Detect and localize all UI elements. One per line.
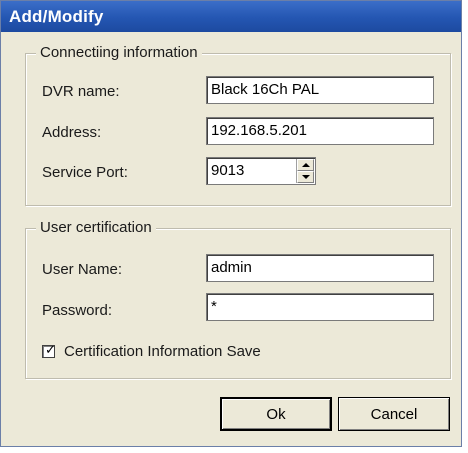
password-field[interactable]: * — [206, 293, 434, 321]
dialog-title: Add/Modify — [9, 7, 104, 26]
check-icon: ✓ — [45, 343, 56, 358]
cancel-button[interactable]: Cancel — [338, 397, 450, 431]
title-bar: Add/Modify — [1, 1, 461, 32]
ok-button[interactable]: Ok — [220, 397, 332, 431]
triangle-up-icon — [302, 163, 310, 167]
address-field[interactable]: 192.168.5.201 — [206, 117, 434, 145]
add-modify-dialog: Add/Modify Connectiing information DVR n… — [0, 0, 462, 447]
user-name-label: User Name: — [42, 261, 123, 278]
certification-save-checkbox-row[interactable]: ✓ Certification Information Save — [42, 342, 342, 362]
spin-down-button[interactable] — [297, 171, 314, 183]
certification-save-checkbox[interactable]: ✓ — [42, 343, 56, 358]
spin-up-button[interactable] — [297, 159, 314, 171]
user-group-legend: User certification — [36, 219, 156, 237]
connection-group-legend: Connectiing information — [36, 44, 202, 62]
connection-group: Connectiing information DVR name: Black … — [25, 44, 451, 206]
user-name-field[interactable]: admin — [206, 254, 434, 282]
address-label: Address: — [42, 124, 102, 141]
password-label: Password: — [42, 302, 113, 319]
service-port-label: Service Port: — [42, 164, 128, 181]
certification-save-label: Certification Information Save — [64, 343, 261, 360]
dvr-name-field[interactable]: Black 16Ch PAL — [206, 76, 434, 104]
triangle-down-icon — [302, 175, 310, 179]
dvr-name-label: DVR name: — [42, 83, 120, 100]
service-port-stepper[interactable]: 9013 — [206, 157, 316, 185]
user-certification-group: User certification User Name: admin Pass… — [25, 219, 451, 379]
port-spinner — [296, 159, 314, 183]
